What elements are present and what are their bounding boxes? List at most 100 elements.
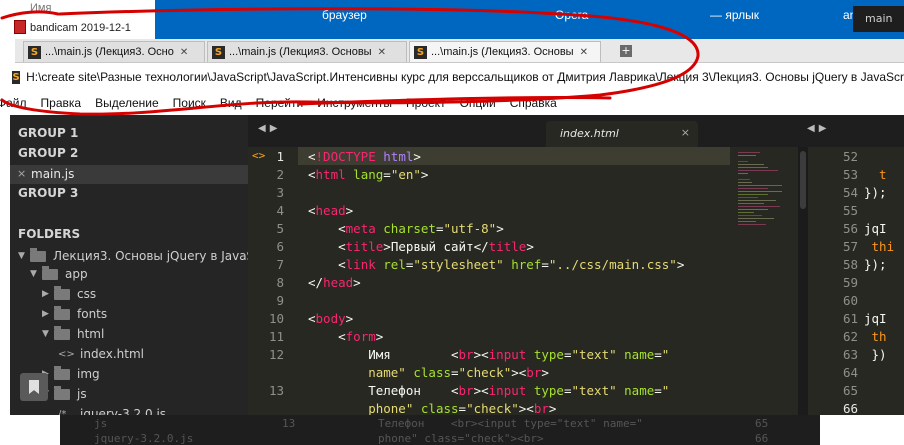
- window-tab-active[interactable]: S ...\main.js (Лекция3. Основы ✕: [409, 41, 601, 62]
- menu-item[interactable]: Вид: [213, 96, 249, 110]
- minimap[interactable]: [730, 147, 798, 415]
- code-line: });: [864, 185, 887, 200]
- tree-item-label: jquery-3.2.0.js: [80, 407, 167, 415]
- folder-icon: [54, 305, 70, 320]
- code-editor[interactable]: <!DOCTYPE html> <html lang="en"> <head> …: [298, 147, 730, 415]
- minimap-line: [738, 179, 750, 180]
- close-icon[interactable]: ✕: [180, 47, 188, 58]
- menu-item[interactable]: Перейти: [249, 96, 311, 110]
- minimap-line: [738, 173, 748, 174]
- line-number: 52: [842, 149, 858, 164]
- chevron-right-icon[interactable]: ▶: [42, 309, 52, 319]
- line-number: 62: [842, 329, 858, 344]
- code-line: });: [864, 257, 887, 272]
- minimap-line: [738, 167, 768, 168]
- line-number: 1: [276, 149, 284, 164]
- close-icon[interactable]: ✕: [378, 47, 386, 58]
- sidebar-group[interactable]: GROUP 3: [18, 186, 78, 200]
- chevron-down-icon[interactable]: ▼: [30, 269, 40, 279]
- minimap-line: [738, 206, 780, 207]
- sublime-icon: S: [28, 45, 41, 59]
- tree-item-label: html: [77, 327, 105, 341]
- line-number: 55: [842, 203, 858, 218]
- minimap-line: [738, 152, 760, 153]
- folder-icon: [54, 365, 70, 380]
- desktop-background: Имя bandicam 2019-12-1 браузер Opera — я…: [0, 0, 904, 40]
- code-line: Телефон <br><input type="text" name=": [308, 383, 670, 398]
- menu-item[interactable]: Справка: [503, 96, 564, 110]
- line-number: 12: [268, 347, 284, 362]
- tree-folder[interactable]: ▼ Лекция3. Основы jQuery в JavaScrip: [18, 247, 248, 265]
- sidebar-group[interactable]: GROUP 1: [18, 126, 78, 140]
- desktop-shortcut-label[interactable]: браузер: [322, 8, 367, 22]
- editor-tab-label: main: [865, 12, 893, 25]
- menu-item[interactable]: Поиск: [166, 96, 213, 110]
- tree-file[interactable]: <> index.html: [58, 345, 144, 363]
- tree-item-label: app: [65, 267, 88, 281]
- second-pane-code[interactable]: t}); jqI thi}); jqI th }): [864, 147, 904, 415]
- second-pane-gutter: 52 53 54 55 56 57 58 59 60 61 62 63 64 65 66: [808, 147, 864, 416]
- folders-heading: FOLDERS: [18, 227, 81, 241]
- tree-folder[interactable]: ▶ fonts: [42, 305, 107, 323]
- tree-folder[interactable]: ▼js: [42, 385, 87, 403]
- folder-icon: [30, 247, 46, 262]
- code-line: t: [864, 167, 887, 182]
- chevron-down-icon[interactable]: ▼: [18, 251, 28, 261]
- close-icon[interactable]: ×: [681, 126, 690, 139]
- line-number: 53: [842, 167, 858, 182]
- minimap-line: [738, 224, 766, 225]
- minimap-line: [738, 185, 782, 186]
- line-number: 5: [276, 221, 284, 236]
- code-line: </head>: [308, 275, 361, 290]
- chevron-down-icon[interactable]: ▼: [42, 329, 52, 339]
- sidebar: GROUP 1 GROUP 2 × main.js GROUP 3 FOLDER…: [10, 115, 248, 415]
- menu-item[interactable]: Файл: [0, 96, 34, 110]
- menu-item[interactable]: Проект: [399, 96, 453, 110]
- tab-scroll-arrows-icon[interactable]: ◀▶: [258, 123, 281, 134]
- desktop-wallpaper: [155, 0, 904, 40]
- scrollbar-thumb[interactable]: [800, 151, 806, 209]
- line-number-gutter: <> 1 2 3 4 5 6 7 8 9 10 11 12 13: [248, 147, 298, 415]
- open-file-item[interactable]: × main.js: [10, 165, 248, 184]
- close-icon[interactable]: ×: [17, 167, 26, 180]
- desktop-shortcut-label[interactable]: — ярлык: [710, 8, 759, 22]
- tree-item-label: css: [77, 287, 97, 301]
- menu-item[interactable]: Инструменты: [310, 96, 399, 110]
- background-window-ghost: js jquery-3.2.0.js 13 Телефон <br><input…: [60, 415, 820, 445]
- menu-item[interactable]: Выделение: [88, 96, 166, 110]
- desktop-shortcut-label[interactable]: Opera: [555, 8, 588, 22]
- line-number: 65: [842, 383, 858, 398]
- menu-item[interactable]: Опции: [453, 96, 503, 110]
- ghost-code-line: phone" class="check"><br>: [378, 432, 544, 445]
- desktop-file-item[interactable]: bandicam 2019-12-1: [30, 22, 131, 34]
- window-tab-bar: S ...\main.js (Лекция3. Осно ✕ S ...\mai…: [15, 39, 904, 63]
- chevron-right-icon[interactable]: ▶: [42, 289, 52, 299]
- window-tab[interactable]: S ...\main.js (Лекция3. Основы ✕: [207, 41, 407, 62]
- vertical-scrollbar[interactable]: [798, 147, 808, 415]
- tree-folder[interactable]: ▶ css: [42, 285, 96, 303]
- desktop-column-header: Имя: [30, 2, 52, 14]
- line-number: 60: [842, 293, 858, 308]
- tree-item-label: fonts: [77, 307, 108, 321]
- tree-item-label: Лекция3. Основы jQuery в JavaScrip: [53, 249, 248, 263]
- menu-item[interactable]: Правка: [34, 96, 89, 110]
- new-tab-button[interactable]: +: [620, 45, 632, 57]
- tree-item-label: js: [77, 387, 87, 401]
- minimap-line: [738, 161, 748, 162]
- code-line: }): [864, 347, 887, 362]
- tree-folder[interactable]: ▶img: [42, 365, 100, 383]
- tree-folder[interactable]: ▼ app: [30, 265, 88, 283]
- ghost-tree-item: js: [94, 417, 108, 430]
- tree-file[interactable]: /* jquery-3.2.0.js: [58, 405, 166, 415]
- sidebar-group[interactable]: GROUP 2: [18, 146, 78, 160]
- close-icon[interactable]: ✕: [580, 47, 588, 58]
- window-tab[interactable]: S ...\main.js (Лекция3. Осно ✕: [23, 41, 205, 62]
- editor-tab-active[interactable]: index.html ×: [546, 121, 698, 147]
- tab-scroll-arrows-icon[interactable]: ◀▶: [807, 123, 830, 134]
- tree-item-label: index.html: [80, 347, 144, 361]
- editor-tab-second-pane[interactable]: main: [853, 6, 904, 32]
- code-line: <link rel="stylesheet" href="../css/main…: [338, 257, 685, 272]
- bookmark-icon[interactable]: [20, 373, 48, 401]
- tree-folder[interactable]: ▼ html: [42, 325, 104, 343]
- folder-icon: [54, 285, 70, 300]
